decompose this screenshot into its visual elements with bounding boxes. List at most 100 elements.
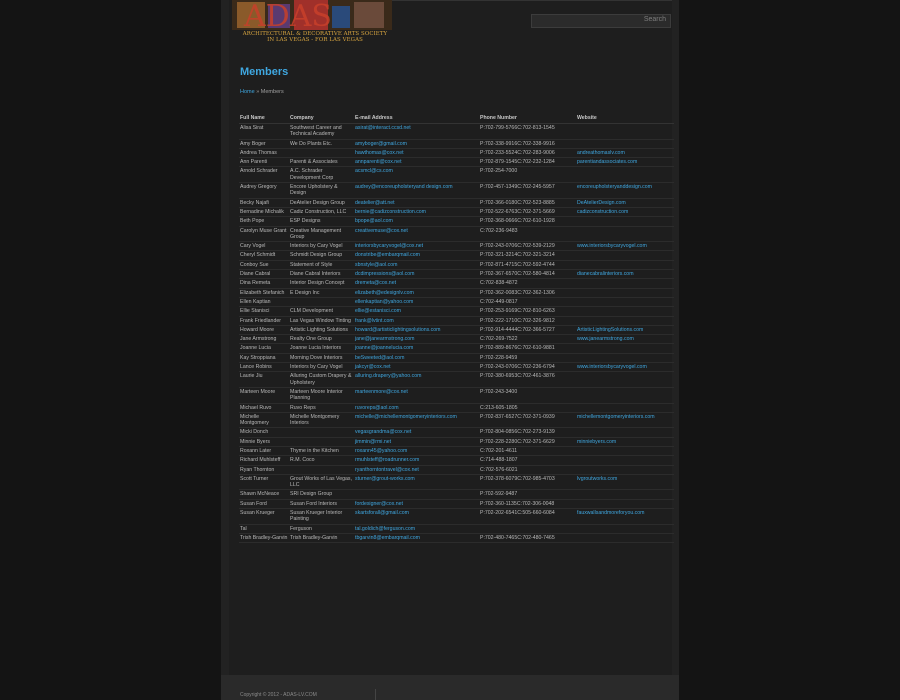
member-company: Alluring Custom Drapery & Upholstery: [289, 371, 354, 388]
member-website: [576, 403, 674, 413]
member-phone: P:702-222-1710C:702-326-9812: [479, 316, 576, 326]
member-company: [289, 427, 354, 438]
table-row: Arnold Schrader A.C. Schrader Development…: [239, 166, 674, 184]
member-email[interactable]: jimmin@rmi.net: [354, 437, 479, 448]
member-name: Becky Najafi: [239, 198, 289, 208]
member-email[interactable]: dcdimpressions@aol.com: [354, 269, 479, 280]
member-website: [576, 139, 674, 149]
member-email[interactable]: acsmcl@cs.com: [354, 166, 479, 184]
member-website[interactable]: michellemontgomeryinteriors.com: [576, 412, 674, 429]
member-email[interactable]: frank@lvtint.com: [354, 316, 479, 326]
member-phone: P:702-380-6953C:702-461-3876: [479, 371, 576, 388]
member-phone: P:702-367-6570C:702-580-4814: [479, 269, 576, 280]
member-website[interactable]: cadizconstruction.com: [576, 207, 674, 218]
member-website[interactable]: www.janearmstrong.com: [576, 334, 674, 345]
member-email[interactable]: vegasgrandma@cox.net: [354, 427, 479, 438]
member-email[interactable]: skartsforall@gmail.com: [354, 508, 479, 525]
member-email[interactable]: hawthomas@cox.net: [354, 148, 479, 159]
page-title: Members: [240, 66, 289, 78]
table-row: Laurie Jiu Alluring Custom Drapery & Upho…: [239, 371, 674, 388]
member-company: ESP Designs: [289, 216, 354, 227]
search-input[interactable]: Search: [531, 14, 671, 28]
member-website: [576, 297, 674, 308]
member-phone: P:702-592-9487: [479, 489, 576, 500]
member-email[interactable]: ellie@estanisci.com: [354, 306, 479, 317]
member-website: [576, 524, 674, 534]
member-website[interactable]: www.interiorsbycaryvogel.com: [576, 362, 674, 373]
member-email[interactable]: ellenkaptian@yahoo.com: [354, 297, 479, 308]
member-website[interactable]: fauxwallsandmoreforyou.com: [576, 508, 674, 525]
member-email[interactable]: rmuhlsteff@roadrunner.com: [354, 455, 479, 466]
member-website[interactable]: encoreupholsteryanddesign.com: [576, 182, 674, 199]
logo-tagline: ARCHITECTURAL & DECORATIVE ARTS SOCIETY …: [235, 31, 395, 43]
member-email[interactable]: sbnstyle@aol.com: [354, 260, 479, 271]
member-email[interactable]: michelle@michellemontgomeryinteriors.com: [354, 412, 479, 429]
member-company: Cadiz Construction, LLC: [289, 207, 354, 218]
table-row: Howard Moore Artistic Lighting Solutions h…: [239, 325, 674, 336]
member-website[interactable]: parentiandassociates.com: [576, 157, 674, 168]
member-name: Scott Turner: [239, 474, 289, 491]
member-email[interactable]: jakcyr@cox.net: [354, 362, 479, 373]
svg-text:ADAS: ADAS: [243, 0, 332, 34]
member-email[interactable]: deatelier@att.net: [354, 198, 479, 208]
member-email[interactable]: dremeta@cox.net: [354, 278, 479, 289]
member-email[interactable]: ryanthorntontravel@cox.net: [354, 465, 479, 475]
member-email[interactable]: sturner@grout-works.com: [354, 474, 479, 491]
member-phone: C:702-576-6021: [479, 465, 576, 475]
member-email[interactable]: alluring.drapery@yahoo.com: [354, 371, 479, 388]
member-website[interactable]: lvgroutworks.com: [576, 474, 674, 491]
member-name: Beth Pope: [239, 216, 289, 227]
member-email[interactable]: joanne@joannelucia.com: [354, 343, 479, 354]
table-header-row: Full Name Company E-mail Address Phone N…: [239, 113, 674, 124]
member-name: Joanne Lucia: [239, 343, 289, 354]
member-website: [576, 216, 674, 227]
member-email[interactable]: amyboger@gmail.com: [354, 139, 479, 149]
member-email[interactable]: creativemuse@cox.net: [354, 226, 479, 243]
footer-copyright: Copyright © 2012 - ADAS-LV.COM: [240, 692, 317, 698]
member-website[interactable]: ArtisticLightingSolutions.com: [576, 325, 674, 336]
table-row: Richard Muhlsteff R.M. Coco rmuhlsteff@roa…: [239, 455, 674, 466]
member-email[interactable]: audrey@encoreupholsteryand design.com: [354, 182, 479, 199]
member-name: Tal: [239, 524, 289, 534]
member-website[interactable]: minniebyers.com: [576, 437, 674, 448]
member-email[interactable]: tal.goldich@ferguson.com: [354, 524, 479, 534]
member-email[interactable]: tbgarvin8@embarqmail.com: [354, 533, 479, 544]
member-email[interactable]: jane@janearmstrong.com: [354, 334, 479, 345]
member-name: Bernadine Michalik: [239, 207, 289, 218]
member-name: Ann Parenti: [239, 157, 289, 168]
member-website[interactable]: andreathomaslv.com: [576, 148, 674, 159]
member-name: Ryan Thornton: [239, 465, 289, 475]
member-email[interactable]: elizabeth@edesignlv.com: [354, 288, 479, 298]
member-email[interactable]: howard@artisticlightingsolutions.com: [354, 325, 479, 336]
member-name: Minnie Byers: [239, 437, 289, 448]
member-email[interactable]: fordesigner@cox.net: [354, 499, 479, 510]
member-email[interactable]: marteenmore@cox.net: [354, 387, 479, 404]
member-website[interactable]: dianecabralinteriors.com: [576, 269, 674, 280]
search-button[interactable]: Search: [644, 16, 666, 23]
member-company: SRI Design Group: [289, 489, 354, 500]
member-company: Thyme in the Kitchen: [289, 446, 354, 457]
member-website[interactable]: DeAtelierDesign.com: [576, 198, 674, 208]
member-name: Micki Donch: [239, 427, 289, 438]
member-company: Encore Upholstery & Design: [289, 182, 354, 199]
member-email[interactable]: asirat@interact.ccsd.net: [354, 123, 479, 140]
member-email[interactable]: beSweeted@aol.com: [354, 353, 479, 364]
member-website[interactable]: www.interiorsbycaryvogel.com: [576, 241, 674, 252]
member-name: Richard Muhlsteff: [239, 455, 289, 466]
member-email[interactable]: ruvoreps@aol.com: [354, 403, 479, 413]
member-company: [289, 437, 354, 448]
member-phone: P:702-799-5766C:702-813-1545: [479, 123, 576, 140]
member-email[interactable]: annparenti@cox.net: [354, 157, 479, 168]
member-phone: P:702-254-7000: [479, 166, 576, 184]
breadcrumb-home[interactable]: Home: [240, 89, 255, 95]
member-email[interactable]: donstribe@embarqmail.com: [354, 250, 479, 261]
member-email[interactable]: interiorsbycaryvogel@cox.net: [354, 241, 479, 252]
member-email[interactable]: bpope@aol.com: [354, 216, 479, 227]
member-phone: P:702-243-3400: [479, 387, 576, 404]
member-website: [576, 250, 674, 261]
member-name: Cheryl Schmidt: [239, 250, 289, 261]
member-email[interactable]: roxann45@yahoo.com: [354, 446, 479, 457]
member-email[interactable]: bernie@cadizconstruction.com: [354, 207, 479, 218]
member-phone: C:702-449-0817: [479, 297, 576, 308]
member-name: Roxann Later: [239, 446, 289, 457]
